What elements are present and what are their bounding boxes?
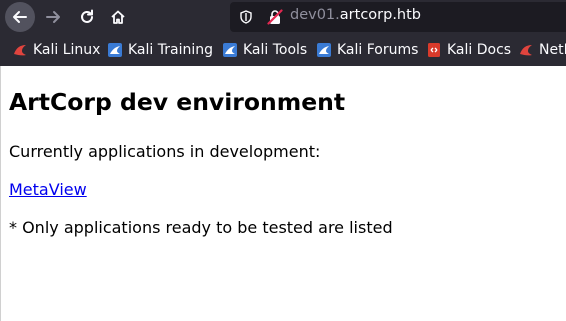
browser-chrome: dev01.artcorp.htb Kali Linux Kali Traini… <box>0 0 566 66</box>
url-text[interactable]: dev01.artcorp.htb <box>290 7 421 23</box>
reload-button[interactable] <box>72 2 102 32</box>
intro-text: Currently applications in development: <box>9 142 321 161</box>
reload-icon <box>81 9 93 23</box>
url-prefix: dev01. <box>290 7 340 23</box>
bookmarks-toolbar: Kali Linux Kali Training Kali Tools Kali… <box>0 36 566 64</box>
page-content: ArtCorp dev environment Currently applic… <box>0 66 566 321</box>
url-domain: artcorp.htb <box>339 7 422 23</box>
insecure-lock-icon[interactable] <box>267 9 283 25</box>
bookmark-kali-forums[interactable]: Kali Forums <box>316 41 418 59</box>
metaview-link[interactable]: MetaView <box>9 180 87 199</box>
navigation-toolbar: dev01.artcorp.htb <box>0 0 566 34</box>
bookmark-label: NetH <box>539 42 566 58</box>
note-text: * Only applications ready to be tested a… <box>9 218 393 237</box>
kali-forums-icon <box>317 43 331 57</box>
app-list: MetaView <box>9 180 87 199</box>
forward-button[interactable] <box>38 2 68 32</box>
arrow-left-icon <box>13 11 27 23</box>
kali-tools-icon <box>223 43 237 57</box>
arrow-right-icon <box>46 11 60 23</box>
bookmark-label: Kali Docs <box>447 42 512 58</box>
kali-dragon-icon <box>14 45 26 56</box>
kali-training-icon <box>108 43 122 57</box>
bookmark-label: Kali Training <box>128 42 213 58</box>
address-bar[interactable]: dev01.artcorp.htb <box>230 2 566 32</box>
bookmark-kali-training[interactable]: Kali Training <box>107 41 213 59</box>
bookmark-label: Kali Linux <box>33 42 101 58</box>
bookmark-nethunter[interactable]: NetH <box>518 41 566 59</box>
page-title: ArtCorp dev environment <box>9 88 346 116</box>
bookmark-kali-linux[interactable]: Kali Linux <box>12 41 100 59</box>
nethunter-icon <box>520 45 532 56</box>
tracking-shield-icon[interactable] <box>239 10 253 24</box>
home-button[interactable] <box>103 2 133 32</box>
bookmark-kali-docs[interactable]: Kali Docs <box>426 41 511 59</box>
bookmark-label: Kali Tools <box>243 42 308 58</box>
home-icon <box>111 10 125 24</box>
bookmark-label: Kali Forums <box>337 42 419 58</box>
back-button[interactable] <box>5 2 35 32</box>
bookmark-kali-tools[interactable]: Kali Tools <box>222 41 307 59</box>
kali-docs-icon <box>428 43 440 57</box>
